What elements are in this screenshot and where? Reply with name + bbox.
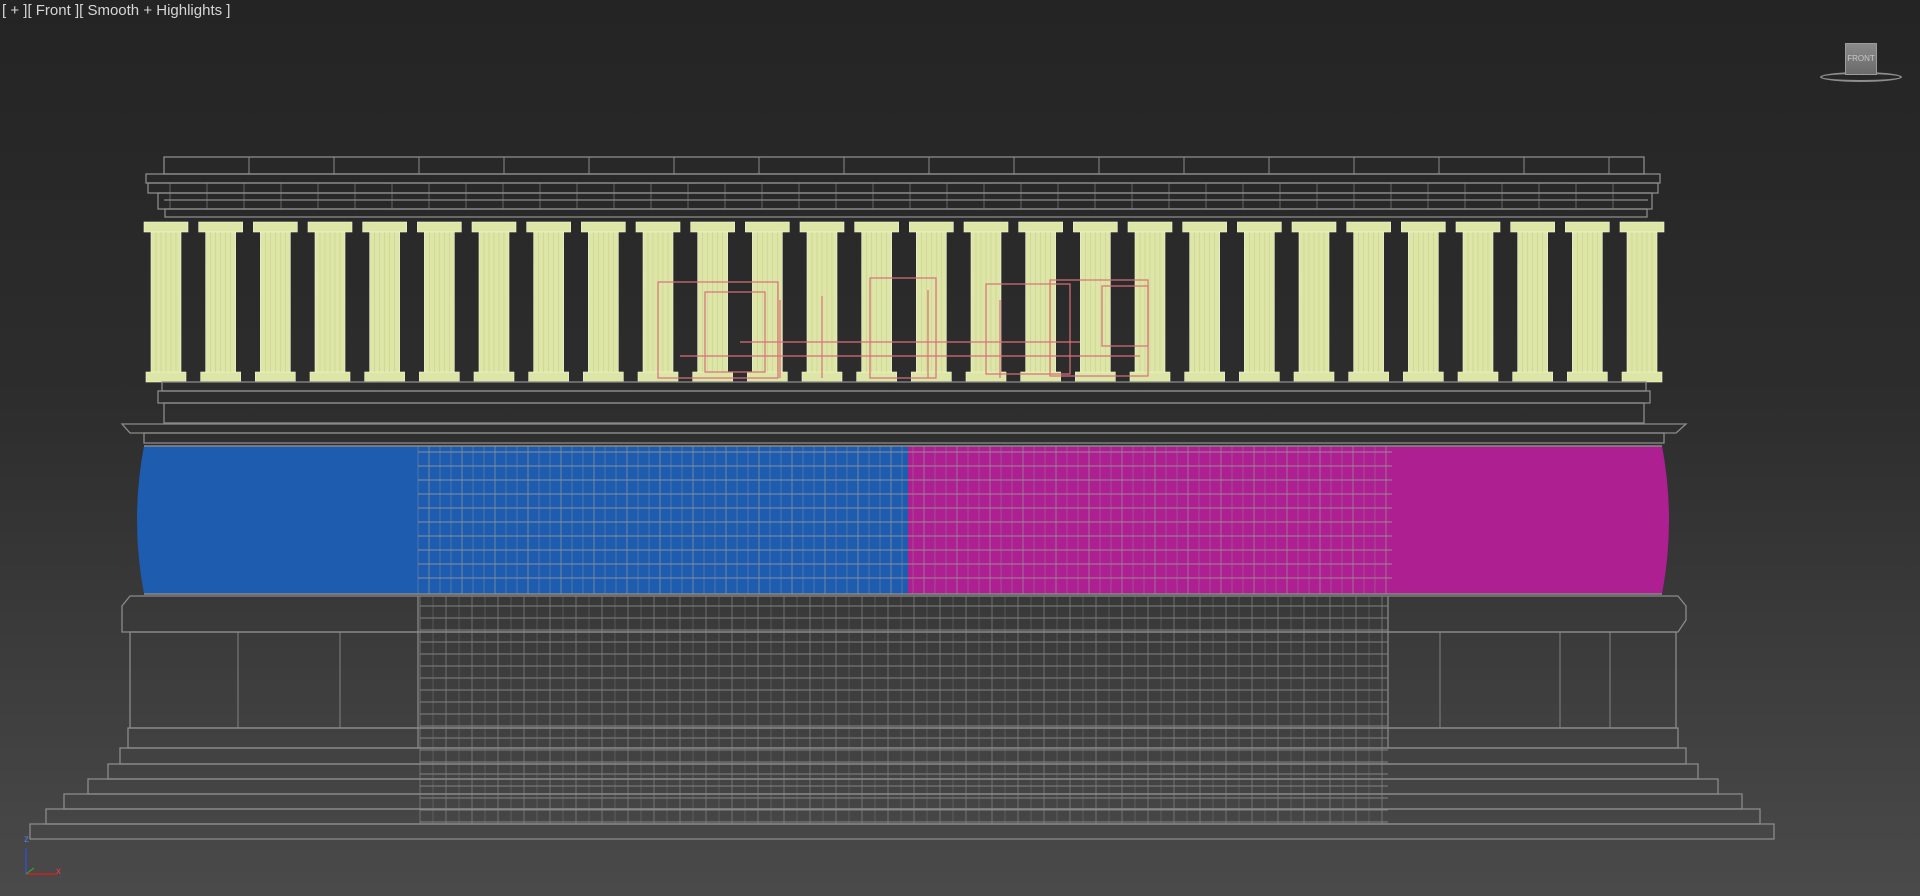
column — [1182, 221, 1227, 383]
podium-wireframe — [29, 595, 1775, 840]
column — [1565, 221, 1610, 383]
axis-x-label: x — [56, 866, 61, 877]
column — [1510, 221, 1555, 383]
temple-model[interactable] — [0, 0, 1920, 896]
column — [362, 221, 407, 383]
column — [198, 221, 243, 383]
column — [253, 221, 298, 383]
front-viewport[interactable]: [ + ][ Front ][ Smooth + Highlights ] FR… — [0, 0, 1920, 896]
frieze-band — [137, 445, 1669, 595]
column — [417, 221, 462, 383]
column — [471, 221, 517, 383]
entablature-wireframe — [145, 156, 1661, 218]
column — [1018, 221, 1063, 383]
column — [526, 221, 571, 383]
column — [1073, 221, 1118, 383]
column — [854, 221, 899, 383]
stylobate-wireframe — [120, 381, 1688, 444]
column — [1455, 221, 1501, 383]
column — [1127, 221, 1173, 383]
column — [1346, 221, 1391, 383]
column — [1237, 221, 1282, 383]
colonnade — [143, 221, 1665, 383]
column — [143, 221, 189, 383]
axis-tripod-icon: z x — [18, 830, 68, 880]
column — [307, 221, 353, 383]
column — [581, 221, 626, 383]
axis-z-label: z — [24, 834, 29, 845]
column — [745, 221, 790, 383]
column — [1401, 221, 1446, 383]
viewcube-front-face[interactable]: FRONT — [1845, 43, 1877, 75]
viewcube[interactable]: FRONT — [1816, 38, 1906, 88]
column — [1619, 221, 1665, 383]
column — [909, 221, 954, 383]
selected-interior-wireframe — [657, 277, 1149, 379]
column — [690, 221, 735, 383]
column — [1291, 221, 1337, 383]
podium-wireframe-grid — [237, 596, 1611, 824]
